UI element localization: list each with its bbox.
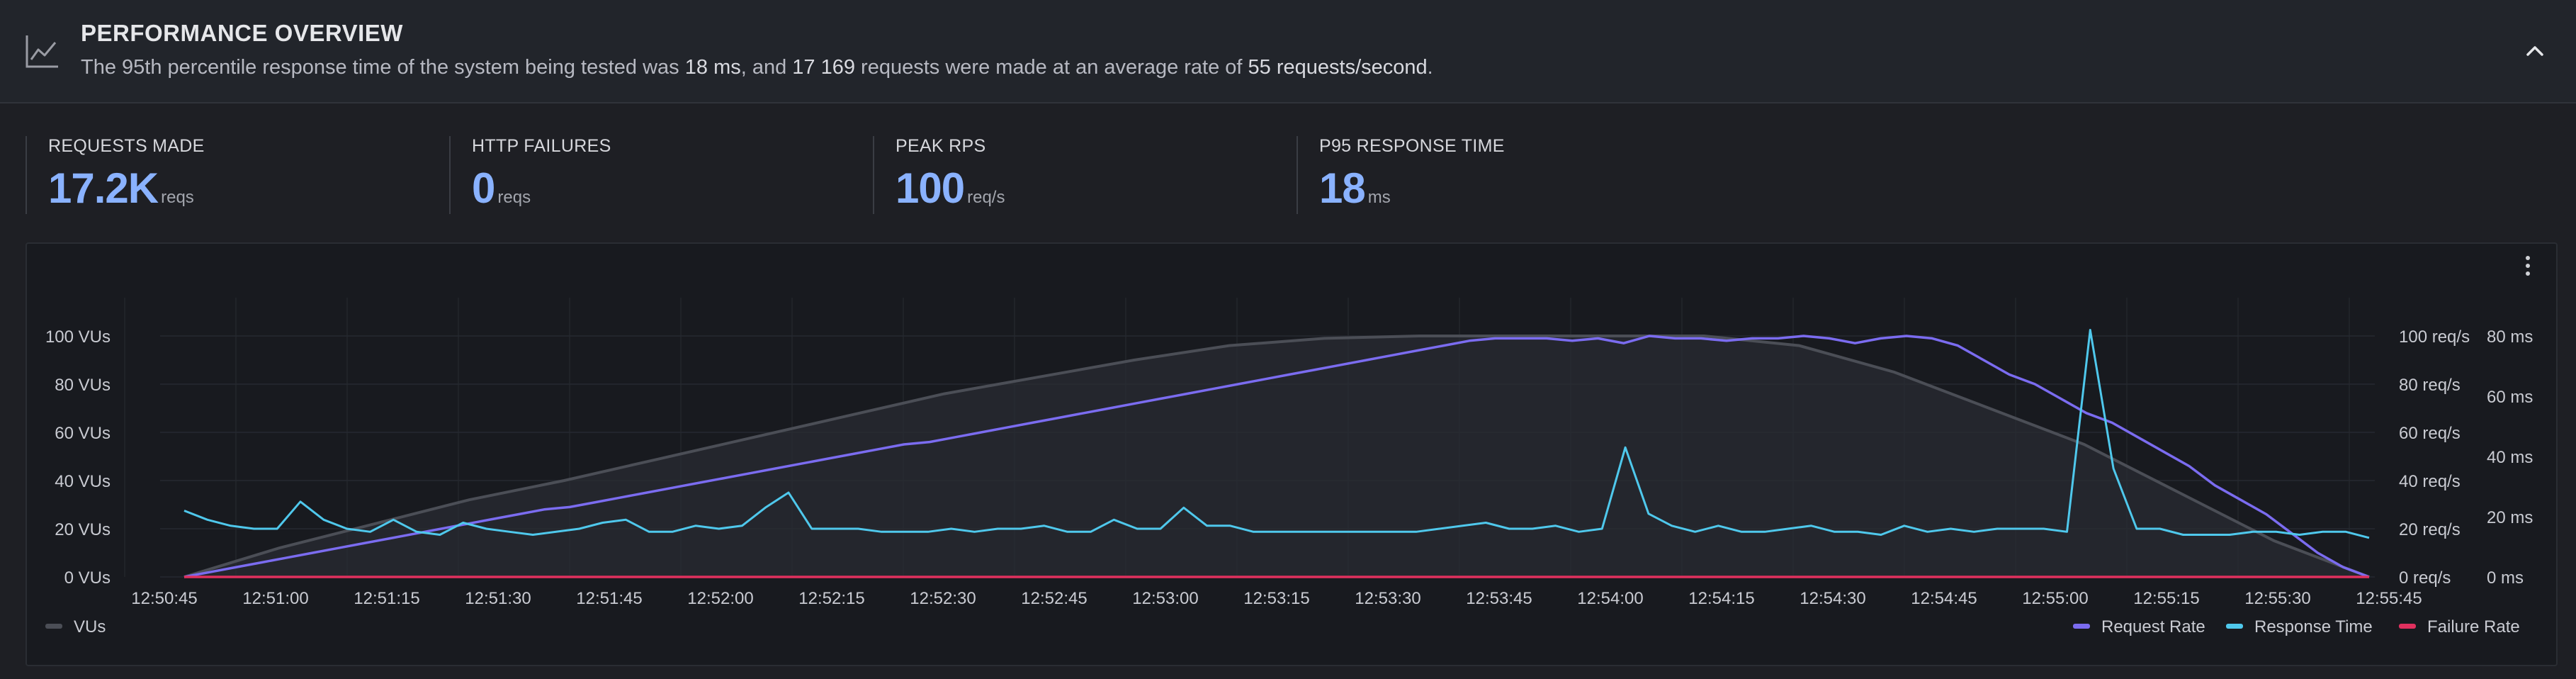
- x-tick-label: 12:54:45: [1911, 589, 1977, 608]
- x-tick-label: 12:52:30: [910, 589, 976, 608]
- x-tick-label: 12:54:30: [1800, 589, 1865, 608]
- chevron-up-icon[interactable]: [2524, 40, 2546, 62]
- series-vus-area: [184, 336, 2369, 577]
- summary-text: The 95th percentile response time of the…: [81, 56, 685, 79]
- stat-label: PEAK RPS: [896, 136, 986, 156]
- stat-unit: reqs: [161, 188, 194, 207]
- stats-row: REQUESTS MADE 17.2K reqs HTTP FAILURES 0r…: [0, 103, 2576, 231]
- summary-rate: 55 requests/second: [1248, 56, 1428, 79]
- x-tick-label: 12:55:00: [2022, 589, 2088, 608]
- stat-unit: ms: [1367, 188, 1391, 207]
- x-tick-label: 12:52:00: [687, 589, 753, 608]
- legend-label-request-rate: Request Rate: [2101, 617, 2205, 636]
- stat-value: 100: [896, 164, 965, 212]
- y-right-tick-label: 40 req/s: [2399, 472, 2461, 491]
- x-tick-label: 12:53:45: [1466, 589, 1532, 608]
- x-tick-label: 12:51:15: [354, 589, 419, 608]
- stat-value: 18: [1319, 164, 1366, 212]
- stat-unit: reqs: [497, 188, 531, 207]
- stat-value: 17.2K: [48, 164, 159, 212]
- stat-http-failures: HTTP FAILURES 0 reqs: [449, 136, 611, 214]
- y-left-tick-label: 100 VUs: [45, 327, 111, 347]
- y-right2-tick-label: 80 ms: [2487, 327, 2533, 347]
- y-left-tick-label: 60 VUs: [55, 424, 111, 443]
- y-left-tick-label: 0 VUs: [64, 568, 111, 588]
- summary-text: , and: [740, 56, 793, 79]
- x-tick-label: 12:51:45: [576, 589, 642, 608]
- stat-unit: req/s: [967, 188, 1005, 207]
- y-right-tick-label: 80 req/s: [2399, 376, 2461, 395]
- legend-label-vus: VUs: [74, 617, 106, 636]
- x-tick-label: 12:55:45: [2356, 589, 2422, 608]
- legend-swatch-vus: [45, 624, 62, 629]
- legend-swatch-failure-rate: [2399, 624, 2416, 629]
- x-tick-label: 12:54:00: [1577, 589, 1643, 608]
- legend-label-failure-rate: Failure Rate: [2427, 617, 2520, 636]
- summary-text: .: [1427, 56, 1433, 79]
- y-left-tick-label: 40 VUs: [55, 472, 111, 491]
- y-right-tick-label: 100 req/s: [2399, 327, 2470, 347]
- x-tick-label: 12:55:30: [2244, 589, 2310, 608]
- stat-p95-response-time: P95 RESPONSE TIME 18 ms: [1297, 136, 1505, 214]
- more-options-icon[interactable]: [2519, 254, 2536, 278]
- x-tick-label: 12:51:30: [465, 589, 531, 608]
- performance-overview-header: PERFORMANCE OVERVIEW The 95th percentile…: [0, 0, 2576, 103]
- summary-text: requests were made at an average rate of: [855, 56, 1248, 79]
- section-title: PERFORMANCE OVERVIEW: [81, 20, 403, 46]
- x-tick-label: 12:54:15: [1688, 589, 1754, 608]
- stat-requests-made: REQUESTS MADE 17.2K reqs: [26, 136, 205, 214]
- x-tick-label: 12:53:00: [1132, 589, 1198, 608]
- x-tick-label: 12:50:45: [131, 589, 197, 608]
- performance-chart-panel: 12:50:45 12:51:00 12:51:15 12:51:30 12:51:45…: [26, 242, 2558, 666]
- stat-peak-rps: PEAK RPS 100 req/s: [873, 136, 1005, 214]
- y-right-tick-label: 0 req/s: [2399, 568, 2451, 588]
- x-tick-label: 12:52:15: [798, 589, 864, 608]
- x-tick-label: 12:53:15: [1243, 589, 1309, 608]
- stat-value: 0: [472, 164, 495, 212]
- y-left-tick-label: 80 VUs: [55, 376, 111, 395]
- x-tick-label: 12:51:00: [242, 589, 308, 608]
- y-right2-tick-label: 40 ms: [2487, 448, 2533, 467]
- performance-summary: The 95th percentile response time of the…: [81, 56, 1433, 79]
- performance-chart[interactable]: 12:50:45 12:51:00 12:51:15 12:51:30 12:51:45…: [27, 244, 2556, 665]
- y-right2-tick-label: 0 ms: [2487, 568, 2524, 588]
- stat-label: P95 RESPONSE TIME: [1319, 136, 1505, 156]
- x-tick-label: 12:53:30: [1355, 589, 1420, 608]
- x-tick-label: 12:55:15: [2133, 589, 2199, 608]
- stat-label: HTTP FAILURES: [472, 136, 611, 156]
- y-left-tick-label: 20 VUs: [55, 520, 111, 539]
- legend-swatch-request-rate: [2073, 624, 2090, 629]
- legend-label-response-time: Response Time: [2254, 617, 2373, 636]
- summary-requests: 17 169: [792, 56, 855, 79]
- line-chart-icon: [26, 35, 58, 68]
- y-right2-tick-label: 60 ms: [2487, 388, 2533, 407]
- legend-swatch-response-time: [2226, 624, 2243, 629]
- y-right-tick-label: 20 req/s: [2399, 520, 2461, 539]
- y-right-tick-label: 60 req/s: [2399, 424, 2461, 443]
- stat-label: REQUESTS MADE: [48, 136, 205, 156]
- x-tick-label: 12:52:45: [1021, 589, 1087, 608]
- summary-p95: 18 ms: [684, 56, 741, 79]
- y-right2-tick-label: 20 ms: [2487, 508, 2533, 527]
